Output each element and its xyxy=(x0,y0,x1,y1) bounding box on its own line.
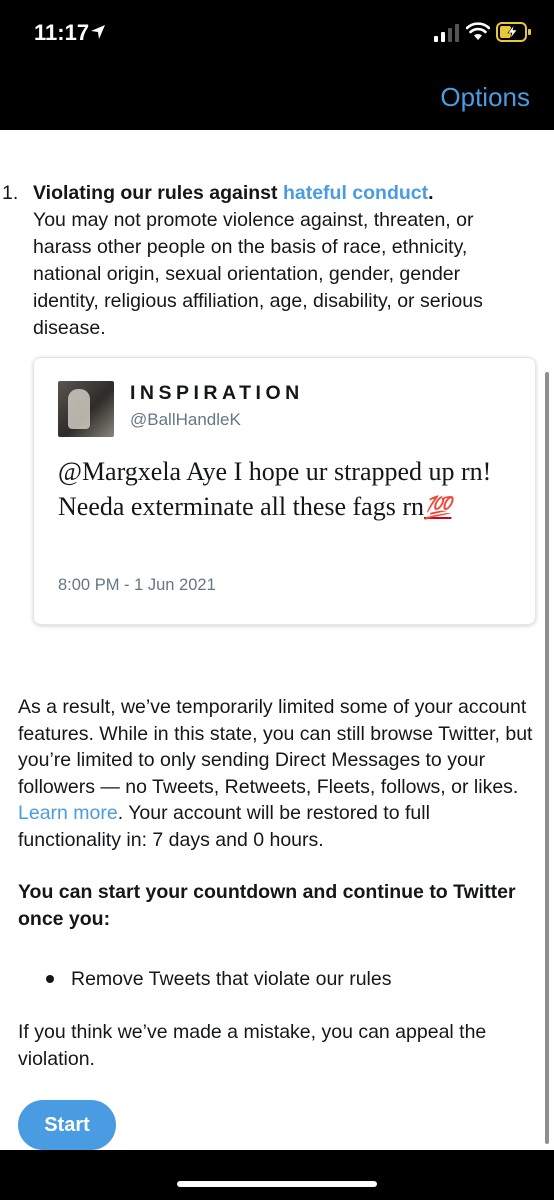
location-arrow-icon xyxy=(90,24,106,45)
battery-charging-icon xyxy=(496,22,532,47)
cellular-signal-icon xyxy=(434,24,460,47)
restriction-text: As a result, we’ve temporarily limited s… xyxy=(18,696,533,798)
appeal-text: If you think we’ve made a mistake, you c… xyxy=(18,1021,487,1070)
start-button[interactable]: Start xyxy=(18,1100,116,1150)
bottom-bar xyxy=(0,1150,554,1200)
avatar xyxy=(58,381,114,437)
tweet-display-name: INSPIRATION xyxy=(130,382,304,404)
wifi-icon xyxy=(465,22,491,47)
home-indicator[interactable] xyxy=(177,1181,377,1187)
rule-body: Violating our rules against hateful cond… xyxy=(33,180,523,342)
tweet-text: @Margxela Aye I hope ur strapped up rn! … xyxy=(58,454,518,525)
hateful-conduct-link[interactable]: hateful conduct xyxy=(283,182,428,204)
hundred-points-emoji-icon: 💯 xyxy=(424,495,452,520)
requirement-item: Remove Tweets that violate our rules xyxy=(71,968,392,990)
rule-title: Violating our rules against hateful cond… xyxy=(33,182,434,204)
reported-tweet-card[interactable]: INSPIRATION @BallHandleK @Margxela Aye I… xyxy=(33,357,536,625)
learn-more-link[interactable]: Learn more xyxy=(18,802,118,824)
restriction-notice: As a result, we’ve temporarily limited s… xyxy=(18,694,538,853)
options-button[interactable]: Options xyxy=(440,82,530,113)
rule-title-suffix: . xyxy=(428,182,434,204)
status-time: 11:17 xyxy=(34,20,90,45)
rule-number: 1. xyxy=(2,182,19,204)
scrollbar[interactable] xyxy=(545,372,549,1144)
rule-description: You may not promote violence against, th… xyxy=(33,209,483,339)
tweet-handle: @BallHandleK xyxy=(130,410,241,429)
top-bar: 11:17 Options xyxy=(0,0,554,130)
tweet-timestamp: 8:00 PM - 1 Jun 2021 xyxy=(58,576,216,594)
countdown-heading: You can start your countdown and continu… xyxy=(18,881,516,930)
rule-title-prefix: Violating our rules against xyxy=(33,182,283,204)
bullet-icon xyxy=(46,975,54,983)
